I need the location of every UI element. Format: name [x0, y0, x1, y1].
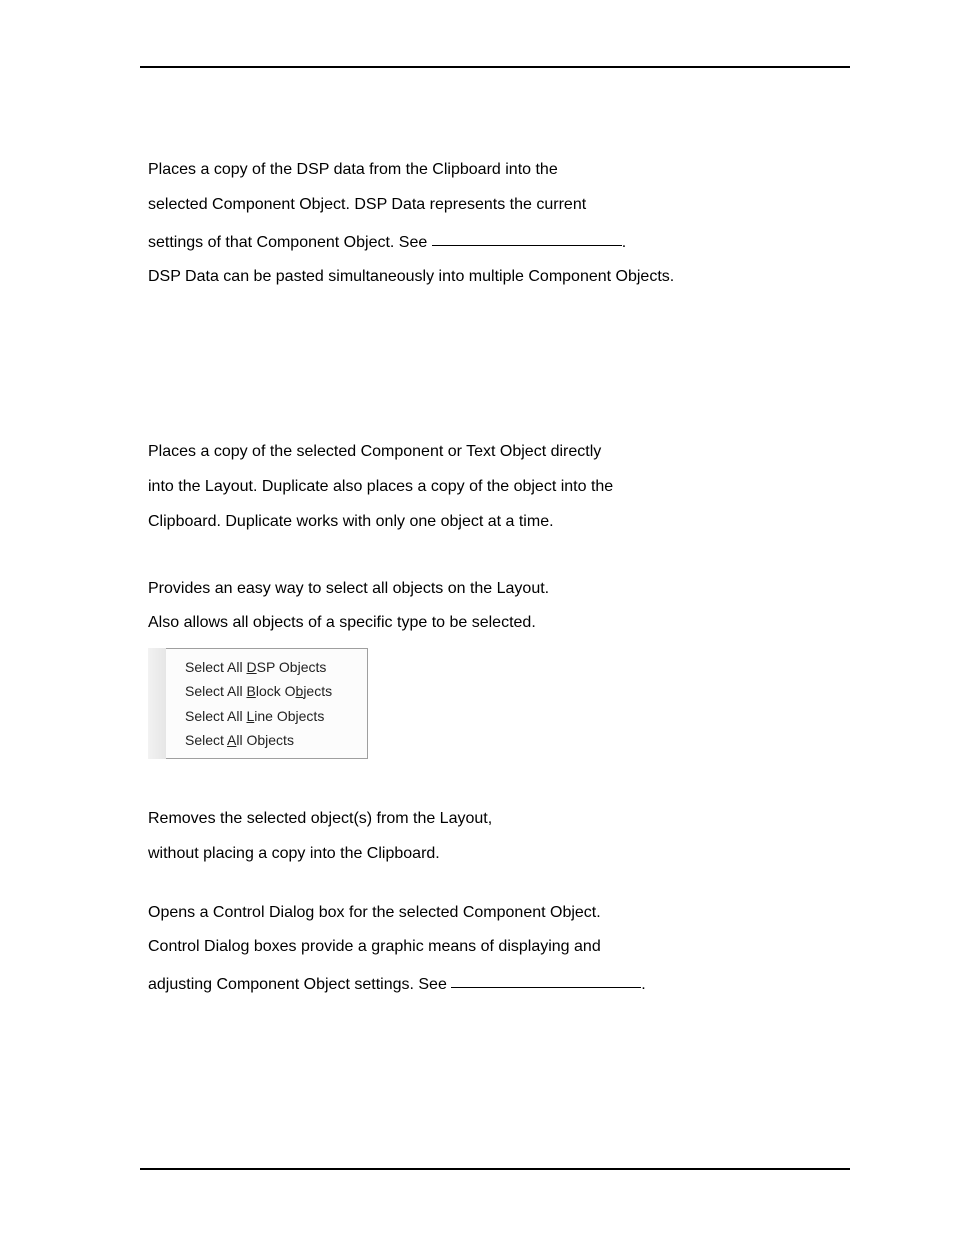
menu-mnemonic: D: [246, 659, 256, 675]
menu-item-label: SP Objects: [257, 659, 327, 675]
body-text: selected Component Object. DSP Data repr…: [148, 195, 844, 216]
menu-item-label: ine Objects: [254, 708, 324, 724]
menu-item-select-block[interactable]: Select All Block Objects: [185, 679, 367, 703]
menu-item-label: Select All: [185, 708, 246, 724]
duplicate-section: Places a copy of the selected Component …: [148, 442, 844, 532]
footer-rule: [140, 1168, 850, 1170]
menu-mnemonic: B: [246, 683, 255, 699]
body-text: Places a copy of the DSP data from the C…: [148, 160, 844, 181]
body-text: .: [641, 976, 645, 993]
menu-item-select-line[interactable]: Select All Line Objects: [185, 704, 367, 728]
spacer: [148, 769, 844, 809]
select-all-menu: Select All DSP Objects Select All Block …: [148, 648, 844, 759]
body-text: settings of that Component Object. See: [148, 234, 432, 251]
cross-reference-link[interactable]: [451, 971, 641, 988]
menu-item-select-all[interactable]: Select All Objects: [185, 728, 367, 752]
body-text: without placing a copy into the Clipboar…: [148, 844, 844, 865]
menu-item-label: Select All: [185, 659, 246, 675]
menu-item-label: jects: [303, 683, 332, 699]
body-text: Removes the selected object(s) from the …: [148, 809, 844, 830]
menu-item-label: Select All: [185, 683, 246, 699]
document-page: Places a copy of the DSP data from the C…: [0, 0, 954, 1235]
body-text: .: [622, 234, 626, 251]
spacer: [148, 567, 844, 579]
header-rule: [140, 66, 850, 68]
spacer: [148, 322, 844, 442]
body-text: Clipboard. Duplicate works with only one…: [148, 512, 844, 533]
body-text: Also allows all objects of a specific ty…: [148, 613, 844, 634]
menu-mnemonic: A: [227, 732, 236, 748]
paste-dsp-section: Places a copy of the DSP data from the C…: [148, 160, 844, 288]
body-text: settings of that Component Object. See .: [148, 230, 844, 254]
body-text: Places a copy of the selected Component …: [148, 442, 844, 463]
menu-item-label: ll Objects: [236, 732, 294, 748]
body-text: DSP Data can be pasted simultaneously in…: [148, 267, 844, 288]
body-text: Control Dialog boxes provide a graphic m…: [148, 937, 844, 958]
select-all-section: Provides an easy way to select all objec…: [148, 579, 844, 759]
menu-item-label: Select: [185, 732, 227, 748]
body-text: Opens a Control Dialog box for the selec…: [148, 903, 844, 924]
content-area: Places a copy of the DSP data from the C…: [148, 160, 844, 1030]
body-text: adjusting Component Object settings. See: [148, 976, 451, 993]
cross-reference-link[interactable]: [432, 229, 622, 246]
body-text: Provides an easy way to select all objec…: [148, 579, 844, 600]
body-text: adjusting Component Object settings. See…: [148, 972, 844, 996]
menu-item-label: lock O: [256, 683, 296, 699]
body-text: into the Layout. Duplicate also places a…: [148, 477, 844, 498]
control-dialog-section: Opens a Control Dialog box for the selec…: [148, 903, 844, 996]
delete-section: Removes the selected object(s) from the …: [148, 809, 844, 865]
menu-item-select-dsp[interactable]: Select All DSP Objects: [185, 655, 367, 679]
